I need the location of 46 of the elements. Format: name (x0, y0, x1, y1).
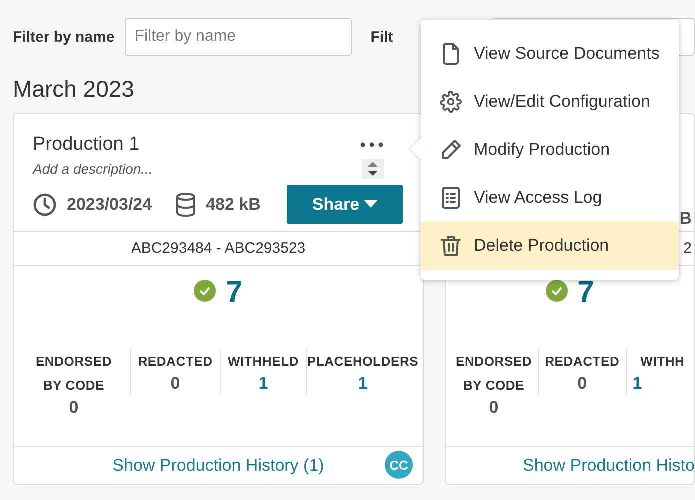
share-button[interactable]: Share (287, 185, 403, 224)
stat-label: ENDORSED BY CODE (456, 353, 532, 395)
description-field[interactable]: Add a description... (33, 161, 153, 177)
pencil-icon (440, 139, 462, 161)
stat-label: ENDORSED BY CODE (36, 353, 112, 395)
filter-label: Filter by name (13, 28, 115, 46)
stat-link[interactable]: 1 (632, 374, 642, 394)
document-count: 7 (226, 276, 243, 310)
menu-item[interactable]: View Source Documents (421, 30, 679, 78)
bates-range: 2 (684, 240, 692, 257)
menu-item[interactable]: View/Edit Configuration (421, 78, 679, 126)
stat-label: REDACTED (545, 353, 620, 371)
resize-handle-icon[interactable] (362, 159, 384, 179)
menu-item[interactable]: Modify Production (421, 126, 679, 174)
stat-link[interactable]: 1 (258, 374, 268, 394)
user-avatar: CC (385, 451, 413, 479)
stat-label: REDACTED (138, 353, 213, 371)
more-options-icon[interactable] (360, 142, 384, 148)
database-icon (176, 192, 196, 216)
stat-value: 0 (69, 398, 79, 418)
stat-value: 0 (489, 398, 499, 418)
menu-item[interactable]: Delete Production (421, 222, 679, 270)
stat-value: 0 (170, 374, 180, 394)
filter-field[interactable]: Filter by name (124, 18, 352, 56)
history-link[interactable]: Show Production Histo (523, 456, 695, 476)
month-heading: March 2023 (13, 76, 134, 103)
stat-link[interactable]: 1 (358, 374, 368, 394)
gear-icon (440, 91, 462, 113)
document-icon (440, 43, 462, 65)
trash-icon (440, 235, 462, 257)
bates-range: ABC293484 - ABC293523 (131, 240, 306, 257)
production-title: Production 1 (33, 134, 140, 156)
caret-icon (364, 200, 378, 209)
production-date: 2023/03/24 (67, 194, 152, 214)
production-size: 482 kB (206, 194, 261, 214)
document-count: 7 (578, 276, 594, 310)
stat-label: WITHHELD (228, 353, 299, 371)
stat-label: WITHH (640, 353, 686, 371)
clock-icon (33, 192, 57, 216)
stat-value: 0 (578, 374, 588, 394)
stat-label: PLACEHOLDERS (307, 353, 419, 371)
filter-label: Filt (370, 28, 394, 46)
menu-item[interactable]: View Access Log (421, 174, 679, 222)
list-icon (440, 187, 462, 209)
production-size: B (680, 209, 692, 229)
history-link[interactable]: Show Production History (1) (112, 456, 324, 476)
